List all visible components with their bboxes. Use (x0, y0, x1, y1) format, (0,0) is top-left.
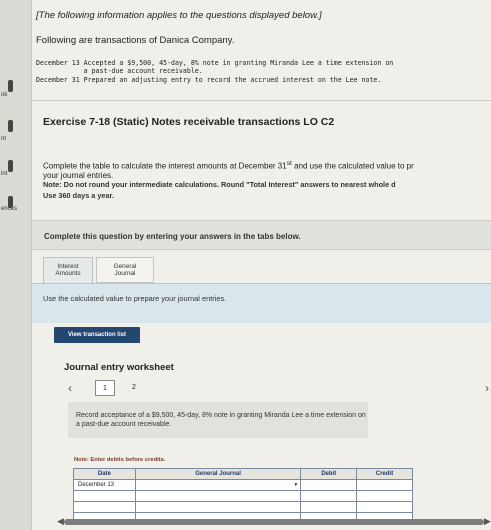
tab-label-line1: Interest (57, 263, 79, 270)
horizontal-scrollbar[interactable] (64, 519, 484, 525)
tab-interest-amounts[interactable]: Interest Amounts (43, 257, 93, 283)
page-button-1[interactable]: 1 (95, 380, 115, 396)
rail-item-1[interactable]: ok (0, 92, 32, 98)
main-content: [The following information applies to th… (32, 0, 491, 530)
record-instruction-box: Record acceptance of a $9,500, 45-day, 8… (68, 402, 368, 438)
transaction-line-3: December 31 Prepared an adjusting entry … (36, 76, 382, 84)
chevron-left-icon[interactable]: ‹ (68, 381, 72, 395)
col-header-credit: Credit (356, 468, 413, 480)
rail-item-2[interactable]: nt (0, 136, 32, 142)
exercise-instruction: Complete the table to calculate the inte… (43, 159, 491, 180)
rail-item-4[interactable]: ences (0, 206, 32, 212)
transaction-line-1: December 13 Accepted a $9,500, 45-day, 8… (36, 59, 394, 67)
debit-input[interactable] (300, 490, 358, 502)
days-note: Use 360 days a year. (43, 191, 114, 200)
scroll-left-icon[interactable]: ◀ (57, 516, 64, 527)
rail-bar-2 (8, 120, 13, 132)
tab-label-line1: General (113, 263, 137, 270)
dropdown-triangle-icon[interactable]: ▼ (293, 482, 298, 488)
instruction-line2: your journal entries. (43, 170, 114, 180)
complete-prompt-box: Complete this question by entering your … (32, 220, 491, 250)
instruction-part1: Complete the table to calculate the inte… (43, 161, 287, 171)
complete-prompt: Complete this question by entering your … (44, 232, 301, 241)
page-button-2[interactable]: 2 (124, 380, 144, 396)
account-select[interactable]: ▼ (134, 479, 302, 491)
debits-note: Note: Enter debits before credits. (74, 457, 166, 463)
scroll-right-icon[interactable]: ▶ (484, 516, 491, 527)
debit-input[interactable] (300, 479, 358, 491)
date-cell[interactable] (73, 501, 136, 513)
credit-input[interactable] (356, 479, 413, 491)
tab-general-journal[interactable]: General Journal (96, 257, 154, 283)
table-row (73, 501, 413, 513)
rail-bar-1 (8, 80, 13, 92)
rail-bar-3 (8, 160, 13, 172)
tab-label-line2: Journal (114, 270, 136, 277)
journal-table: Date General Journal Debit Credit Decemb… (73, 468, 413, 524)
rail-bar-4 (8, 196, 13, 208)
rail-item-3[interactable]: int (0, 171, 32, 177)
divider (32, 100, 491, 101)
col-header-debit: Debit (300, 468, 358, 480)
date-cell[interactable] (73, 490, 136, 502)
worksheet-title: Journal entry worksheet (64, 362, 174, 373)
following-text: Following are transactions of Danica Com… (36, 35, 235, 46)
tab-panel-text: Use the calculated value to prepare your… (43, 294, 227, 303)
debit-input[interactable] (300, 501, 358, 513)
credit-input[interactable] (356, 490, 413, 502)
credit-input[interactable] (356, 501, 413, 513)
table-header-row: Date General Journal Debit Credit (73, 468, 413, 480)
left-rail: ok nt int ences (0, 0, 32, 530)
table-row: December 13 ▼ (73, 479, 413, 491)
table-row (73, 490, 413, 502)
tab-label-line2: Amounts (55, 270, 81, 277)
tab-panel: Use the calculated value to prepare your… (32, 283, 491, 323)
account-select[interactable] (134, 490, 302, 502)
intro-text: [The following information applies to th… (36, 10, 322, 21)
transaction-line-2: a past-due account receivable. (36, 67, 203, 75)
col-header-date: Date (73, 468, 136, 480)
account-select[interactable] (134, 501, 302, 513)
view-transaction-list-button[interactable]: View transaction list (54, 327, 140, 343)
instruction-part2: and use the calculated value to pr (291, 161, 414, 171)
date-cell[interactable]: December 13 (73, 479, 136, 491)
record-instruction: Record acceptance of a $9,500, 45-day, 8… (76, 412, 366, 428)
rounding-note: Note: Do not round your intermediate cal… (43, 180, 396, 189)
exercise-title: Exercise 7-18 (Static) Notes receivable … (43, 116, 335, 128)
chevron-right-icon[interactable]: › (485, 381, 489, 395)
col-header-general-journal: General Journal (134, 468, 302, 480)
